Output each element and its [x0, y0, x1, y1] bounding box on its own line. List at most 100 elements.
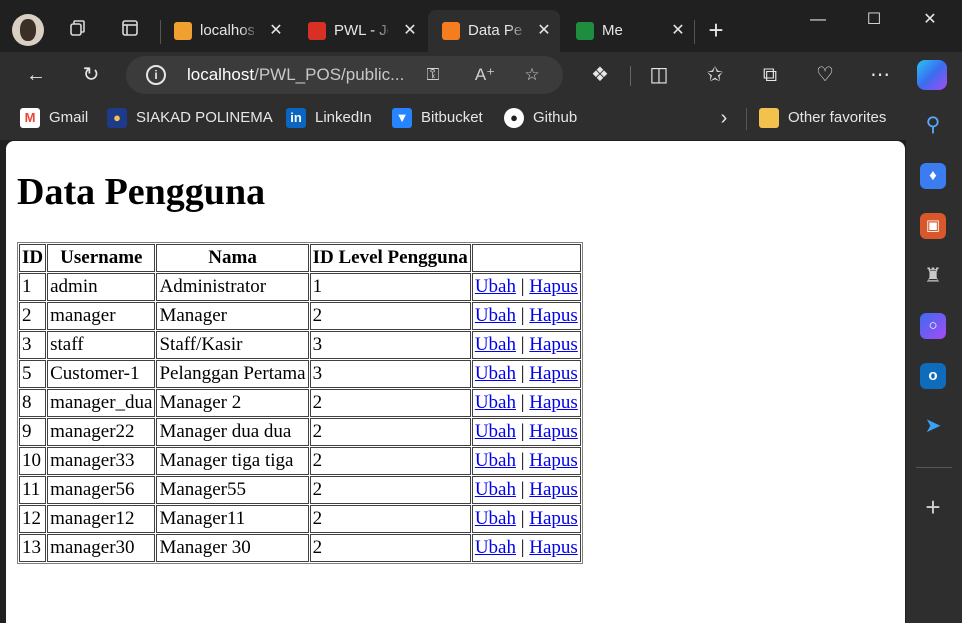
cell-level: 3: [309, 360, 471, 388]
site-info-icon[interactable]: i: [146, 65, 166, 85]
delete-link[interactable]: Hapus: [529, 479, 578, 500]
favorite-label: Github: [533, 109, 578, 126]
edit-link[interactable]: Ubah: [475, 537, 516, 558]
new-tab-button[interactable]: +: [704, 17, 728, 43]
edit-link[interactable]: Ubah: [475, 450, 516, 471]
bitbucket-icon: ▼: [392, 108, 412, 128]
edit-link[interactable]: Ubah: [475, 305, 516, 326]
favorite-label: Bitbucket: [421, 109, 483, 126]
games-chess-icon[interactable]: ♜: [920, 263, 946, 289]
settings-more-icon[interactable]: ⋯: [867, 62, 893, 88]
edit-link[interactable]: Ubah: [475, 363, 516, 384]
action-separator: |: [520, 479, 525, 500]
cell-actions: Ubah | Hapus: [471, 331, 581, 359]
read-aloud-icon[interactable]: A⁺: [474, 64, 496, 86]
address-bar[interactable]: i localhost/PWL_POS/public... ⚿ A⁺ ☆: [126, 56, 563, 94]
table-row: 1 admin Administrator 1 Ubah | Hapus: [19, 273, 581, 301]
refresh-button[interactable]: ↻: [78, 62, 104, 88]
favorite-label: LinkedIn: [315, 109, 372, 126]
browser-tab[interactable]: localhost ✕: [160, 10, 292, 52]
edit-link[interactable]: Ubah: [475, 479, 516, 500]
url-text[interactable]: localhost/PWL_POS/public...: [187, 65, 404, 85]
delete-link[interactable]: Hapus: [529, 363, 578, 384]
delete-link[interactable]: Hapus: [529, 450, 578, 471]
tab-title-fade: [374, 20, 394, 42]
password-key-icon[interactable]: ⚿: [422, 64, 444, 86]
cell-username: manager: [47, 302, 156, 330]
browser-tab[interactable]: Data Per ✕: [428, 10, 560, 52]
cell-level: 2: [309, 302, 471, 330]
tools-briefcase-icon[interactable]: ▣: [920, 213, 946, 239]
favorite-star-icon[interactable]: ☆: [521, 64, 543, 86]
copilot-icon[interactable]: [917, 60, 947, 90]
cell-level: 3: [309, 331, 471, 359]
other-favorites-label: Other favorites: [788, 109, 887, 126]
browser-essentials-icon[interactable]: ♡: [812, 62, 838, 88]
cell-nama: Manager 30: [156, 534, 309, 562]
minimize-button[interactable]: —: [804, 8, 832, 32]
browser-tab[interactable]: PWL - Jo✕: [294, 10, 426, 52]
table-row: 5 Customer-1 Pelanggan Pertama 3 Ubah | Hapu…: [19, 360, 581, 388]
collections-icon[interactable]: ⧉: [757, 62, 783, 88]
edit-link[interactable]: Ubah: [475, 508, 516, 529]
edit-link[interactable]: Ubah: [475, 392, 516, 413]
send-drop-icon[interactable]: ➤: [920, 413, 946, 439]
delete-link[interactable]: Hapus: [529, 334, 578, 355]
workspaces-icon[interactable]: [66, 18, 90, 42]
table-row: 8 manager_dua Manager 2 2 Ubah | Hapus: [19, 389, 581, 417]
close-window-button[interactable]: ✕: [916, 8, 944, 32]
cell-id: 8: [19, 389, 47, 417]
action-separator: |: [520, 334, 525, 355]
header-username: Username: [47, 244, 156, 272]
cell-level: 2: [309, 505, 471, 533]
outlook-icon[interactable]: o: [920, 363, 946, 389]
table-header-row: ID Username Nama ID Level Pengguna: [19, 244, 581, 272]
profile-avatar[interactable]: [12, 14, 44, 46]
extensions-icon[interactable]: ❖: [587, 62, 613, 88]
shopping-tag-icon[interactable]: ♦: [920, 163, 946, 189]
close-tab-icon[interactable]: ✕: [668, 20, 688, 42]
close-tab-icon[interactable]: ✕: [266, 20, 286, 42]
delete-link[interactable]: Hapus: [529, 305, 578, 326]
microsoft365-icon[interactable]: ○: [920, 313, 946, 339]
split-screen-icon[interactable]: ◫: [646, 62, 672, 88]
maximize-button[interactable]: ☐: [860, 8, 888, 32]
polinema-icon: ●: [107, 108, 127, 128]
header-id: ID: [19, 244, 47, 272]
search-icon[interactable]: ⚲: [920, 112, 946, 138]
cell-actions: Ubah | Hapus: [471, 534, 581, 562]
delete-link[interactable]: Hapus: [529, 276, 578, 297]
delete-link[interactable]: Hapus: [529, 537, 578, 558]
add-sidebar-app-icon[interactable]: +: [920, 494, 946, 520]
chevron-right-icon[interactable]: ›: [714, 107, 734, 129]
cell-id: 9: [19, 418, 47, 446]
cell-id: 5: [19, 360, 47, 388]
action-separator: |: [520, 305, 525, 326]
browser-tab[interactable]: Me ✕: [562, 10, 694, 52]
delete-link[interactable]: Hapus: [529, 508, 578, 529]
favorites-icon[interactable]: ✩: [702, 62, 728, 88]
close-tab-icon[interactable]: ✕: [534, 20, 554, 42]
cell-nama: Manager11: [156, 505, 309, 533]
cell-nama: Manager 2: [156, 389, 309, 417]
cell-actions: Ubah | Hapus: [471, 418, 581, 446]
vertical-tabs-icon[interactable]: [118, 18, 142, 42]
edit-link[interactable]: Ubah: [475, 276, 516, 297]
url-path: /PWL_POS/public...: [254, 65, 405, 84]
favorite-label: SIAKAD POLINEMA: [136, 109, 273, 126]
pdf-icon: [308, 22, 326, 40]
cell-id: 1: [19, 273, 47, 301]
close-tab-icon[interactable]: ✕: [400, 20, 420, 42]
back-button[interactable]: ←: [23, 62, 49, 88]
delete-link[interactable]: Hapus: [529, 392, 578, 413]
edit-link[interactable]: Ubah: [475, 334, 516, 355]
cell-actions: Ubah | Hapus: [471, 302, 581, 330]
cell-username: Customer-1: [47, 360, 156, 388]
delete-link[interactable]: Hapus: [529, 421, 578, 442]
cell-username: manager22: [47, 418, 156, 446]
edit-link[interactable]: Ubah: [475, 421, 516, 442]
folder-icon: [759, 108, 779, 128]
edge-sidebar: ⚲ ♦ ▣ ♜ ○ o ➤ +: [906, 98, 962, 623]
cell-id: 2: [19, 302, 47, 330]
cell-username: admin: [47, 273, 156, 301]
